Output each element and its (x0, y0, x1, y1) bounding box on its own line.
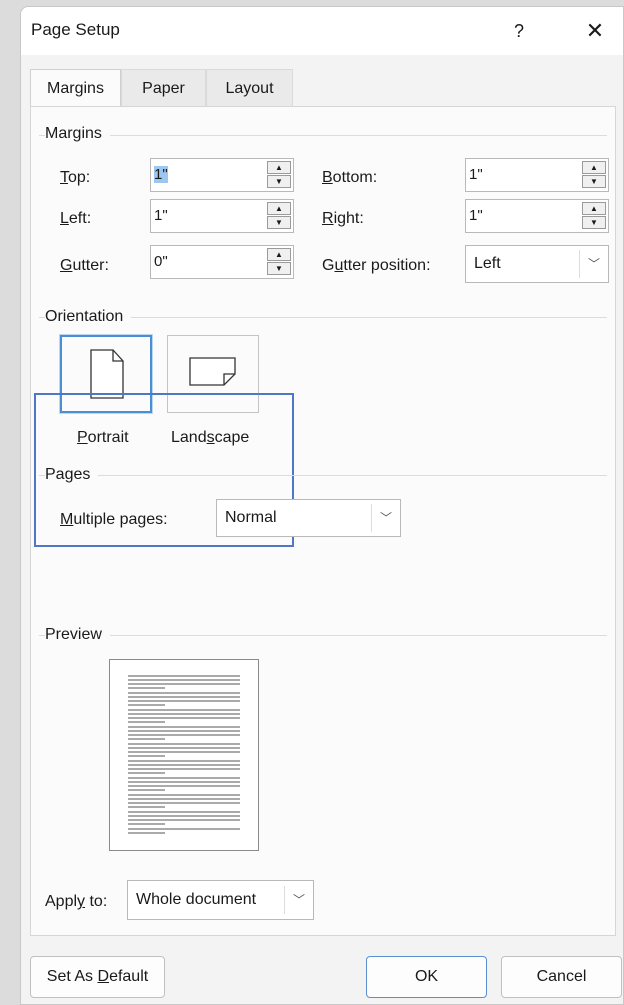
dialog-title: Page Setup (31, 20, 120, 39)
gutter-label: Gutter: (60, 257, 109, 274)
apply-to-value: Whole document (136, 891, 257, 908)
right-down-arrow-icon[interactable]: ▼ (582, 216, 606, 229)
right-up-arrow-icon[interactable]: ▲ (582, 202, 606, 215)
pages-divider (39, 475, 607, 476)
multiple-pages-value: Normal (225, 509, 277, 526)
preview-heading: Preview (45, 626, 110, 644)
top-margin-value[interactable]: 1" (154, 166, 168, 183)
margins-divider (39, 135, 607, 136)
gutter-position-label: Gutter position: (322, 257, 431, 274)
gutter-up-arrow-icon[interactable]: ▲ (267, 248, 291, 261)
preview-page-thumbnail (109, 659, 259, 851)
multiple-pages-label: Multiple pages: (60, 511, 168, 528)
cancel-button[interactable]: Cancel (501, 956, 622, 998)
tab-paper[interactable]: Paper (121, 69, 206, 107)
gutter-position-value: Left (474, 255, 501, 272)
margins-panel: Margins Top: 1" ▲ ▼ Bottom: 1" ▲ ▼ Left: 1… (30, 106, 616, 936)
top-margin-spinner[interactable]: 1" ▲ ▼ (150, 158, 294, 192)
page-setup-dialog: Page Setup ? ✕ Margins Paper Layout Marg… (20, 6, 624, 1005)
bottom-down-arrow-icon[interactable]: ▼ (582, 175, 606, 188)
chevron-down-icon[interactable]: ﹀ (579, 250, 608, 278)
right-label: Right: (322, 210, 364, 227)
chevron-down-icon[interactable]: ﹀ (284, 886, 313, 914)
chevron-down-icon[interactable]: ﹀ (371, 504, 400, 532)
top-down-arrow-icon[interactable]: ▼ (267, 175, 291, 188)
gutter-position-select[interactable]: Left ﹀ (465, 245, 609, 283)
left-down-arrow-icon[interactable]: ▼ (267, 216, 291, 229)
right-margin-spinner[interactable]: 1" ▲ ▼ (465, 199, 609, 233)
bottom-up-arrow-icon[interactable]: ▲ (582, 161, 606, 174)
orientation-heading: Orientation (45, 308, 132, 326)
gutter-value[interactable]: 0" (154, 253, 168, 270)
bottom-margin-spinner[interactable]: 1" ▲ ▼ (465, 158, 609, 192)
apply-to-select[interactable]: Whole document ﹀ (127, 880, 314, 920)
title-bar: Page Setup ? ✕ (21, 7, 623, 55)
left-margin-spinner[interactable]: 1" ▲ ▼ (150, 199, 294, 233)
pages-heading: Pages (45, 466, 99, 484)
gutter-spinner[interactable]: 0" ▲ ▼ (150, 245, 294, 279)
tab-margins[interactable]: Margins (30, 69, 121, 107)
gutter-down-arrow-icon[interactable]: ▼ (267, 262, 291, 275)
top-label: Top: (60, 169, 91, 186)
bottom-label: Bottom: (322, 169, 378, 186)
preview-text-lines (128, 675, 240, 834)
right-margin-value[interactable]: 1" (469, 207, 483, 224)
ok-button[interactable]: OK (366, 956, 487, 998)
top-up-arrow-icon[interactable]: ▲ (267, 161, 291, 174)
close-icon[interactable]: ✕ (571, 15, 619, 47)
set-as-default-button[interactable]: Set As Default (30, 956, 165, 998)
tab-layout[interactable]: Layout (206, 69, 293, 107)
help-icon[interactable]: ? (499, 15, 539, 47)
multiple-pages-select[interactable]: Normal ﹀ (216, 499, 401, 537)
left-margin-value[interactable]: 1" (154, 207, 168, 224)
preview-divider (39, 635, 607, 636)
margins-heading: Margins (45, 125, 110, 143)
bottom-margin-value[interactable]: 1" (469, 166, 483, 183)
left-label: Left: (60, 210, 92, 227)
left-up-arrow-icon[interactable]: ▲ (267, 202, 291, 215)
apply-to-label: Apply to: (45, 893, 108, 910)
